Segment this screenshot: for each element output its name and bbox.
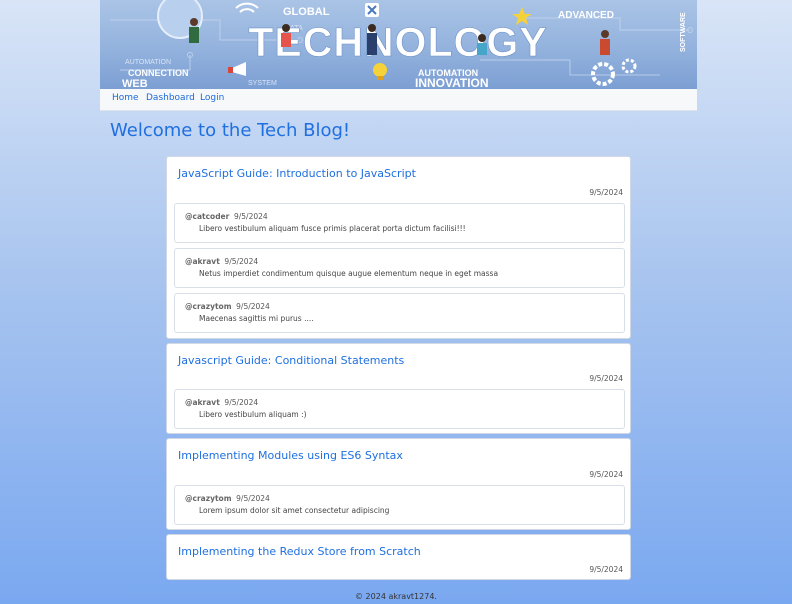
comment-card: @catcoder 9/5/2024 Libero vestibulum ali… [174, 203, 625, 243]
comment-card: @crazytom 9/5/2024 Maecenas sagittis mi … [174, 293, 625, 333]
nav-login-link[interactable]: Login [200, 93, 224, 103]
banner-word-system: SYSTEM [248, 80, 277, 87]
comment-author: @akravt 9/5/2024 [185, 257, 258, 266]
comment-author-name: @crazytom [185, 302, 232, 311]
comment-author: @catcoder 9/5/2024 [185, 212, 268, 221]
post-card: JavaScript Guide: Introduction to JavaSc… [166, 156, 631, 339]
post-title-link[interactable]: Javascript Guide: Conditional Statements [178, 354, 404, 367]
banner-word-connection: CONNECTION [128, 68, 189, 78]
header-banner: GLOBAL ADVANCED SOFTWARE DATA CONNECTION… [100, 0, 697, 89]
comment-date: 9/5/2024 [224, 398, 259, 407]
post-title-link[interactable]: JavaScript Guide: Introduction to JavaSc… [178, 167, 416, 180]
post-card: Implementing the Redux Store from Scratc… [166, 534, 631, 580]
nav-dashboard-link[interactable]: Dashboard [146, 93, 195, 103]
comment-author: @crazytom 9/5/2024 [185, 494, 270, 503]
comment-card: @crazytom 9/5/2024 Lorem ipsum dolor sit… [174, 485, 625, 525]
post-card: Implementing Modules using ES6 Syntax 9/… [166, 438, 631, 530]
comment-card: @akravt 9/5/2024 Libero vestibulum aliqu… [174, 389, 625, 429]
comment-text: Maecenas sagittis mi purus .... [199, 314, 314, 323]
banner-word-automation-faint: AUTOMATION [125, 59, 171, 66]
banner-word-global: GLOBAL [283, 6, 330, 18]
comment-author: @crazytom 9/5/2024 [185, 302, 270, 311]
post-title-link[interactable]: Implementing Modules using ES6 Syntax [178, 449, 403, 462]
post-card: Javascript Guide: Conditional Statements… [166, 343, 631, 434]
post-date: 9/5/2024 [589, 374, 623, 383]
comment-date: 9/5/2024 [236, 302, 270, 311]
comment-text: Lorem ipsum dolor sit amet consectetur a… [199, 506, 390, 515]
comment-date: 9/5/2024 [233, 212, 268, 221]
wifi-icon [235, 2, 259, 13]
comment-date: 9/5/2024 [224, 257, 259, 266]
banner-graphic: GLOBAL ADVANCED SOFTWARE DATA CONNECTION… [110, 0, 693, 89]
navbar: Home Dashboard Login [100, 89, 697, 111]
comment-author-name: @akravt [185, 257, 220, 266]
comment-text: Libero vestibulum aliquam fusce primis p… [199, 224, 466, 233]
comment-author-name: @crazytom [185, 494, 232, 503]
lightbulb-icon [373, 63, 387, 77]
gear-icon [591, 62, 615, 86]
post-date: 9/5/2024 [589, 565, 623, 574]
banner-word-web: WEB [122, 78, 148, 89]
comment-text: Netus imperdiet condimentum quisque augu… [199, 269, 499, 278]
comment-card: @akravt 9/5/2024 Netus imperdiet condime… [174, 248, 625, 288]
post-date: 9/5/2024 [589, 188, 623, 197]
banner-word-software: SOFTWARE [680, 12, 687, 52]
comment-author-name: @catcoder [185, 212, 230, 221]
nav-home-link[interactable]: Home [112, 93, 139, 103]
footer-text: © 2024 akravt1274. [355, 592, 437, 601]
banner-title: TECHNOLOGY [248, 19, 547, 65]
banner-word-advanced: ADVANCED [558, 10, 614, 21]
page-title: Welcome to the Tech Blog! [110, 120, 351, 141]
comment-date: 9/5/2024 [236, 494, 270, 503]
banner-word-innovation: INNOVATION [415, 76, 489, 89]
comment-text: Libero vestibulum aliquam :) [199, 410, 307, 419]
comment-author-name: @akravt [185, 398, 220, 407]
megaphone-icon [232, 62, 246, 76]
post-title-link[interactable]: Implementing the Redux Store from Scratc… [178, 545, 421, 558]
post-date: 9/5/2024 [589, 470, 623, 479]
comment-author: @akravt 9/5/2024 [185, 398, 258, 407]
